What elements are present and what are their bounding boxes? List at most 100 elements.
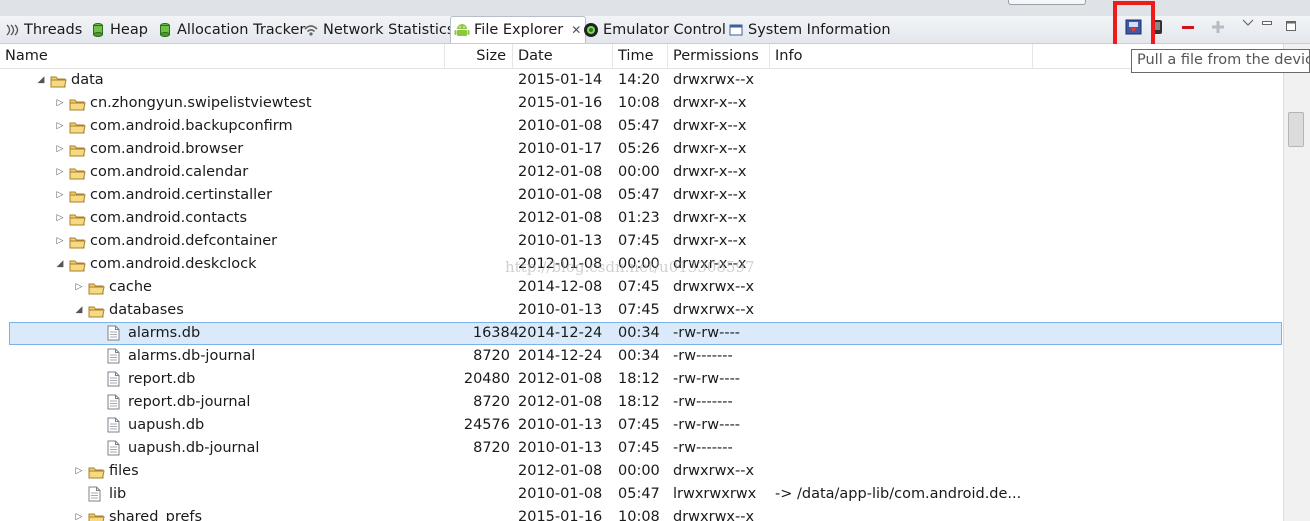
table-row[interactable]: alarms.db-journal 8720 2014-12-24 00:34 -rw-… <box>0 345 1283 368</box>
tab-label: Heap <box>110 22 148 38</box>
plus-icon <box>1212 21 1224 33</box>
cell-permissions: -rw-rw---- <box>673 371 741 387</box>
ghost-control <box>1008 0 1086 5</box>
tree-collapsed-icon[interactable]: ▷ <box>55 184 65 207</box>
column-header-size[interactable]: Size <box>445 44 513 68</box>
cell-size: 8720 <box>473 348 510 364</box>
cell-permissions: -rw------- <box>673 440 733 456</box>
cell-name: shared_prefs <box>109 509 203 521</box>
cell-name: uapush.db <box>128 417 205 433</box>
table-row[interactable]: ▷ com.android.calendar 2012-01-08 00:00 drwx… <box>0 161 1283 184</box>
scrollbar-thumb[interactable] <box>1288 112 1304 147</box>
file-icon <box>107 417 120 433</box>
tab-network-statistics[interactable]: Network Statistics <box>303 19 454 41</box>
table-row[interactable]: ◢ data 2015-01-14 14:20 drwxrwx--x <box>0 69 1283 92</box>
table-row[interactable]: ▷ com.android.backupconfirm 2010-01-08 05:4… <box>0 115 1283 138</box>
cell-date: 2014-12-24 <box>518 325 603 341</box>
cell-time: 00:00 <box>618 164 660 180</box>
column-header-info[interactable]: Info <box>770 44 1033 68</box>
allocation-icon <box>157 22 173 38</box>
maximize-button[interactable] <box>1281 16 1301 36</box>
new-folder-button[interactable] <box>1208 17 1228 37</box>
close-tab-icon[interactable]: ✕ <box>571 23 581 37</box>
table-row[interactable]: ▷ com.android.certinstaller 2010-01-08 05:4… <box>0 184 1283 207</box>
threads-icon <box>4 22 20 38</box>
tree-expanded-icon[interactable]: ◢ <box>55 253 65 276</box>
table-row[interactable]: ▷ com.android.browser 2010-01-17 05:26 drwxr… <box>0 138 1283 161</box>
column-header-name[interactable]: Name <box>0 44 445 68</box>
tab-heap[interactable]: Heap <box>90 19 148 41</box>
table-row[interactable]: ▷ cache 2014-12-08 07:45 drwxrwx--x <box>0 276 1283 299</box>
cell-permissions: lrwxrwxrwx <box>673 486 757 502</box>
cell-size: 20480 <box>463 371 510 387</box>
column-header-date[interactable]: Date <box>513 44 613 68</box>
column-header-permissions[interactable]: Permissions <box>668 44 770 68</box>
file-icon <box>107 371 120 387</box>
minimize-button[interactable] <box>1257 13 1277 33</box>
cell-date: 2010-01-08 <box>518 486 603 502</box>
tree-collapsed-icon[interactable]: ▷ <box>74 276 84 299</box>
cell-time: 14:20 <box>618 72 660 88</box>
cell-time: 05:26 <box>618 141 660 157</box>
folder-icon <box>69 96 86 111</box>
tree-collapsed-icon[interactable]: ▷ <box>55 138 65 161</box>
table-row[interactable]: ▷ cn.zhongyun.swipelistviewtest 2015-01-16… <box>0 92 1283 115</box>
tab-label: System Information <box>748 22 891 38</box>
table-row[interactable]: alarms.db 16384 2014-12-24 00:34 -rw-rw---- <box>9 322 1282 345</box>
tree-collapsed-icon[interactable]: ▷ <box>55 115 65 138</box>
folder-icon <box>88 280 105 295</box>
delete-button[interactable] <box>1178 17 1198 37</box>
push-file-icon <box>1152 20 1162 34</box>
tab-emulator-control[interactable]: Emulator Control <box>583 19 726 41</box>
vertical-scrollbar[interactable] <box>1283 44 1310 521</box>
tab-threads[interactable]: Threads <box>4 19 82 41</box>
cell-permissions: drwxr-x--x <box>673 118 747 134</box>
cell-date: 2010-01-08 <box>518 118 603 134</box>
wifi-icon <box>303 22 319 38</box>
cell-time: 05:47 <box>618 486 660 502</box>
tree-collapsed-icon[interactable]: ▷ <box>55 161 65 184</box>
tab-label: File Explorer <box>474 22 564 38</box>
table-row[interactable]: uapush.db 24576 2010-01-13 07:45 -rw-rw---- <box>0 414 1283 437</box>
cell-date: 2010-01-13 <box>518 417 603 433</box>
tree-collapsed-icon[interactable]: ▷ <box>55 207 65 230</box>
tree-expanded-icon[interactable]: ◢ <box>36 69 46 92</box>
cell-name: lib <box>109 486 127 502</box>
column-header-time[interactable]: Time <box>613 44 668 68</box>
tree-collapsed-icon[interactable]: ▷ <box>55 230 65 253</box>
tab-file-explorer[interactable]: File Explorer ✕ <box>450 16 587 43</box>
table-row[interactable]: lib 2010-01-08 05:47 lrwxrwxrwx -> /data/app… <box>0 483 1283 506</box>
table-row[interactable]: ▷ com.android.contacts 2012-01-08 01:23 drwx… <box>0 207 1283 230</box>
cell-date: 2010-01-13 <box>518 233 603 249</box>
table-row[interactable]: ◢ databases 2010-01-13 07:45 drwxrwx--x <box>0 299 1283 322</box>
table-row[interactable]: ◢ com.android.deskclock 2012-01-08 00:00 drw… <box>0 253 1283 276</box>
view-menu-button[interactable] <box>1238 13 1258 33</box>
tab-allocation-tracker[interactable]: Allocation Tracker <box>157 19 305 41</box>
pull-file-button[interactable] <box>1124 17 1144 37</box>
table-row[interactable]: ▷ shared_prefs 2015-01-16 10:08 drwxrwx--x <box>0 506 1283 521</box>
cell-date: 2012-01-08 <box>518 210 603 226</box>
tree-expanded-icon[interactable]: ◢ <box>74 299 84 322</box>
minus-icon <box>1182 26 1194 29</box>
cell-permissions: -rw------- <box>673 394 733 410</box>
tree-collapsed-icon[interactable]: ▷ <box>74 460 84 483</box>
table-row[interactable]: ▷ files 2012-01-08 00:00 drwxrwx--x <box>0 460 1283 483</box>
tree-collapsed-icon[interactable]: ▷ <box>55 92 65 115</box>
table-row[interactable]: report.db-journal 8720 2012-01-08 18:12 -rw-… <box>0 391 1283 414</box>
tab-system-information[interactable]: System Information <box>728 19 891 41</box>
cell-name: com.android.deskclock <box>90 256 257 272</box>
cell-name: alarms.db-journal <box>128 348 256 364</box>
cell-info: -> /data/app-lib/com.android.de... <box>775 486 1022 502</box>
table-row[interactable]: report.db 20480 2012-01-08 18:12 -rw-rw---- <box>0 368 1283 391</box>
cell-permissions: drwxrwx--x <box>673 302 755 318</box>
tree-collapsed-icon[interactable]: ▷ <box>74 506 84 521</box>
folder-icon <box>69 211 86 226</box>
cell-name: alarms.db <box>128 325 201 341</box>
push-file-button[interactable] <box>1147 17 1167 37</box>
table-row[interactable]: ▷ com.android.defcontainer 2010-01-13 07:45… <box>0 230 1283 253</box>
cell-permissions: drwxr-x--x <box>673 187 747 203</box>
cell-time: 07:45 <box>618 233 660 249</box>
table-row[interactable]: uapush.db-journal 8720 2010-01-13 07:45 -rw-… <box>0 437 1283 460</box>
cell-name: com.android.contacts <box>90 210 248 226</box>
cell-date: 2012-01-08 <box>518 164 603 180</box>
